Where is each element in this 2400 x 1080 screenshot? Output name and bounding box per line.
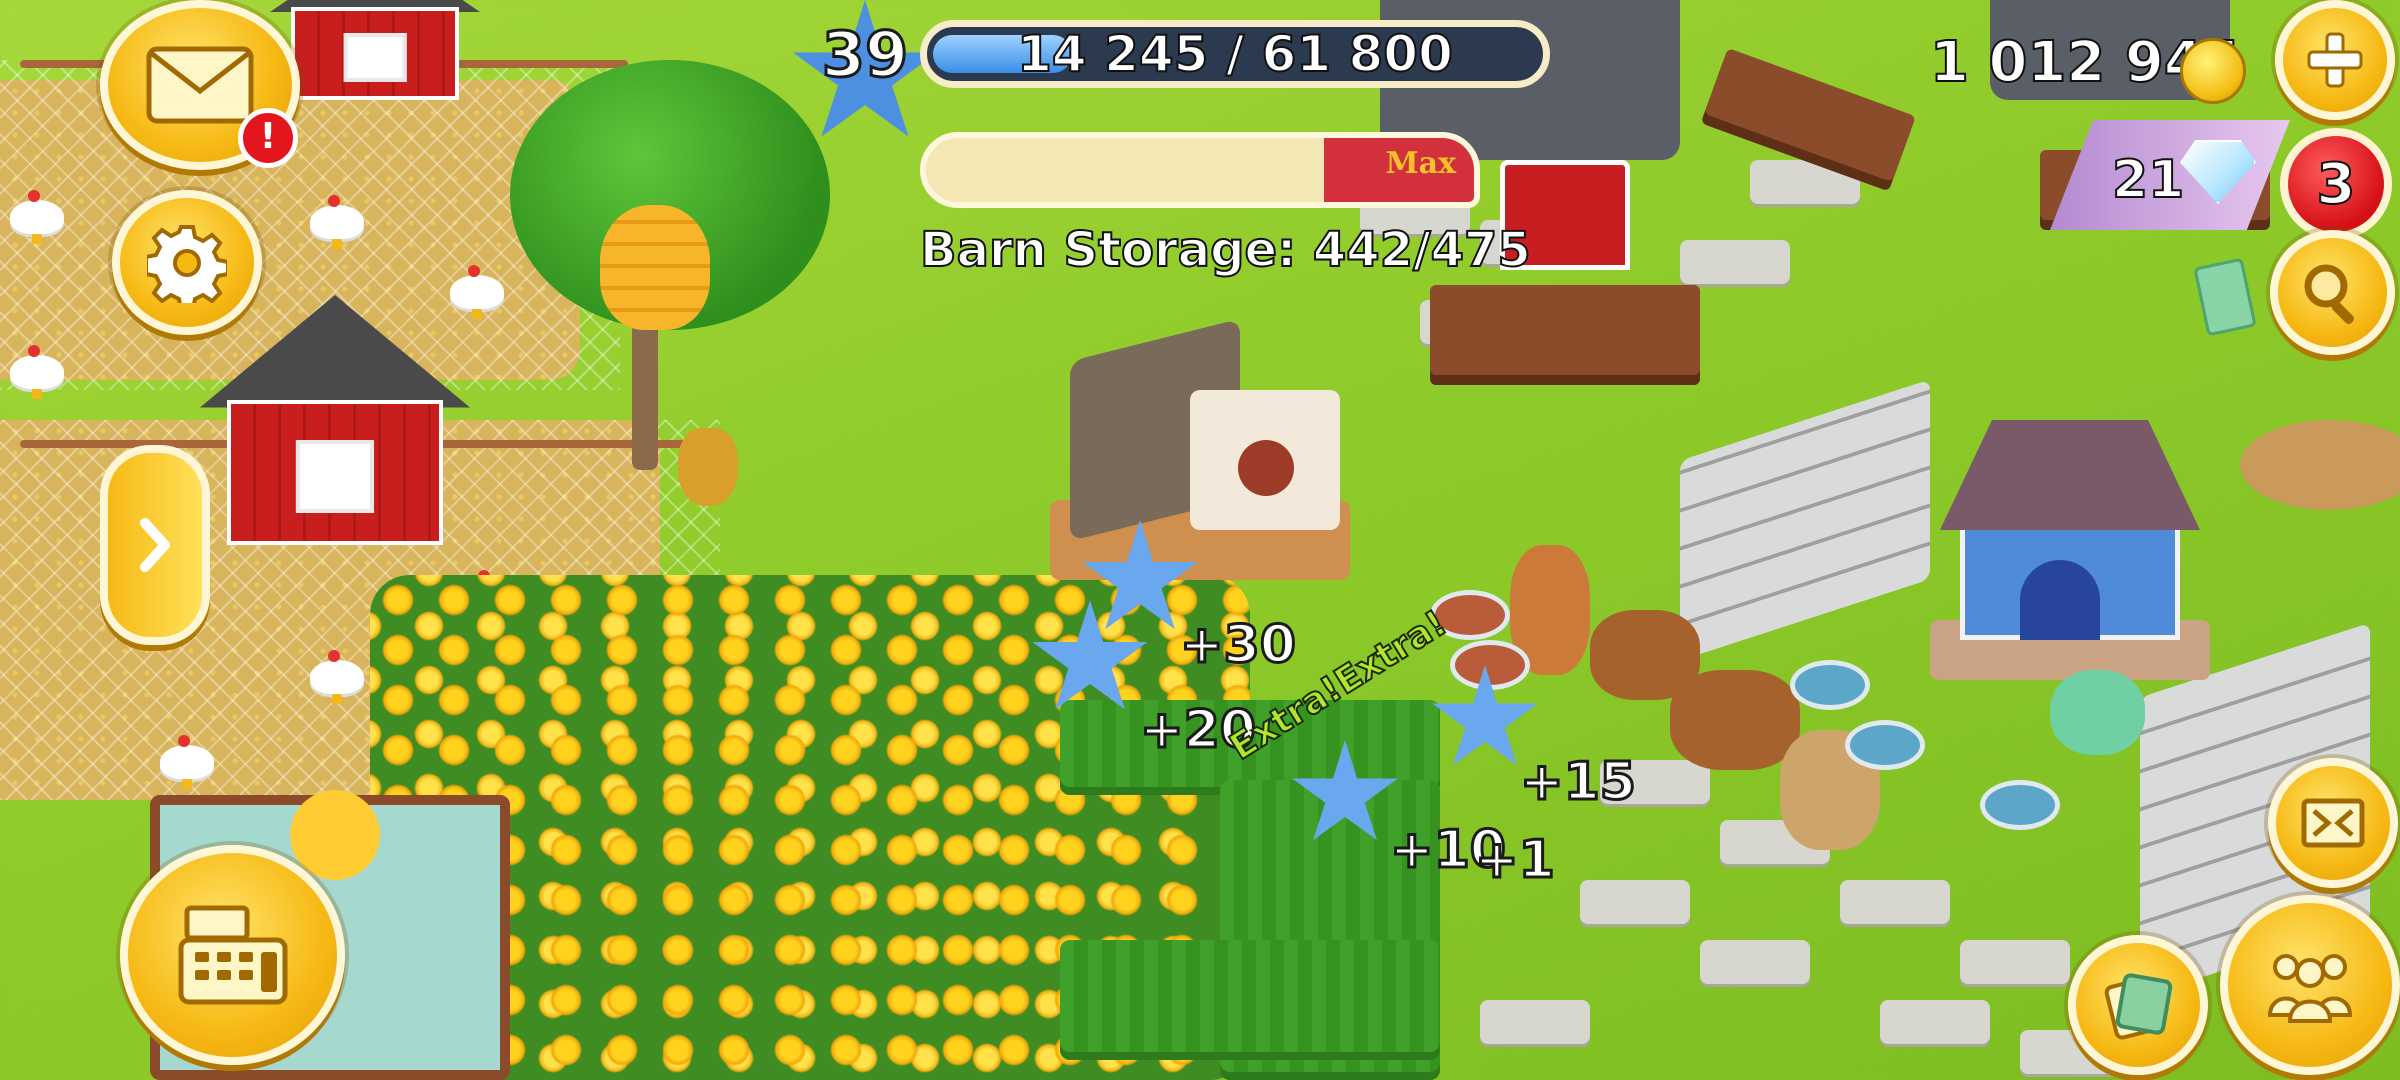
diamonds-amount: 21 [2111, 149, 2185, 211]
side-panel-toggle[interactable] [100, 445, 210, 645]
friends-button[interactable] [2220, 895, 2400, 1075]
people-icon [2267, 954, 2353, 1023]
search-button[interactable] [2270, 230, 2395, 355]
shop-button[interactable] [120, 845, 345, 1065]
gear-icon [147, 224, 227, 303]
fullscreen-button[interactable] [2268, 758, 2398, 888]
cards-button[interactable] [2068, 935, 2208, 1075]
mail-alert-badge: ! [238, 108, 298, 168]
settings-button[interactable] [112, 190, 262, 335]
coin-icon [2180, 38, 2246, 104]
barn-storage-bar[interactable]: Max [920, 132, 1480, 208]
chevron-right-icon [140, 518, 170, 572]
level-number[interactable]: 39 [790, 17, 940, 93]
cash-register-icon [178, 905, 287, 1005]
barn-storage-label: Barn Storage: 442/475 [919, 221, 1532, 279]
hud: 39 14 245 / 61 800 Max Barn Storage: 442… [0, 0, 2400, 1080]
expand-arrows-icon [2301, 798, 2365, 848]
card-pack-icon [2104, 973, 2173, 1040]
mail-icon [146, 46, 254, 124]
plus-icon [2307, 32, 2363, 88]
magnifier-icon [2304, 264, 2354, 324]
notifications-count-badge[interactable]: 3 [2280, 128, 2392, 240]
add-currency-button[interactable] [2275, 0, 2395, 120]
barn-storage-max-label: Max [1385, 146, 1456, 181]
money-note-icon [2193, 257, 2257, 337]
xp-text: 14 245 / 61 800 [1016, 24, 1454, 84]
